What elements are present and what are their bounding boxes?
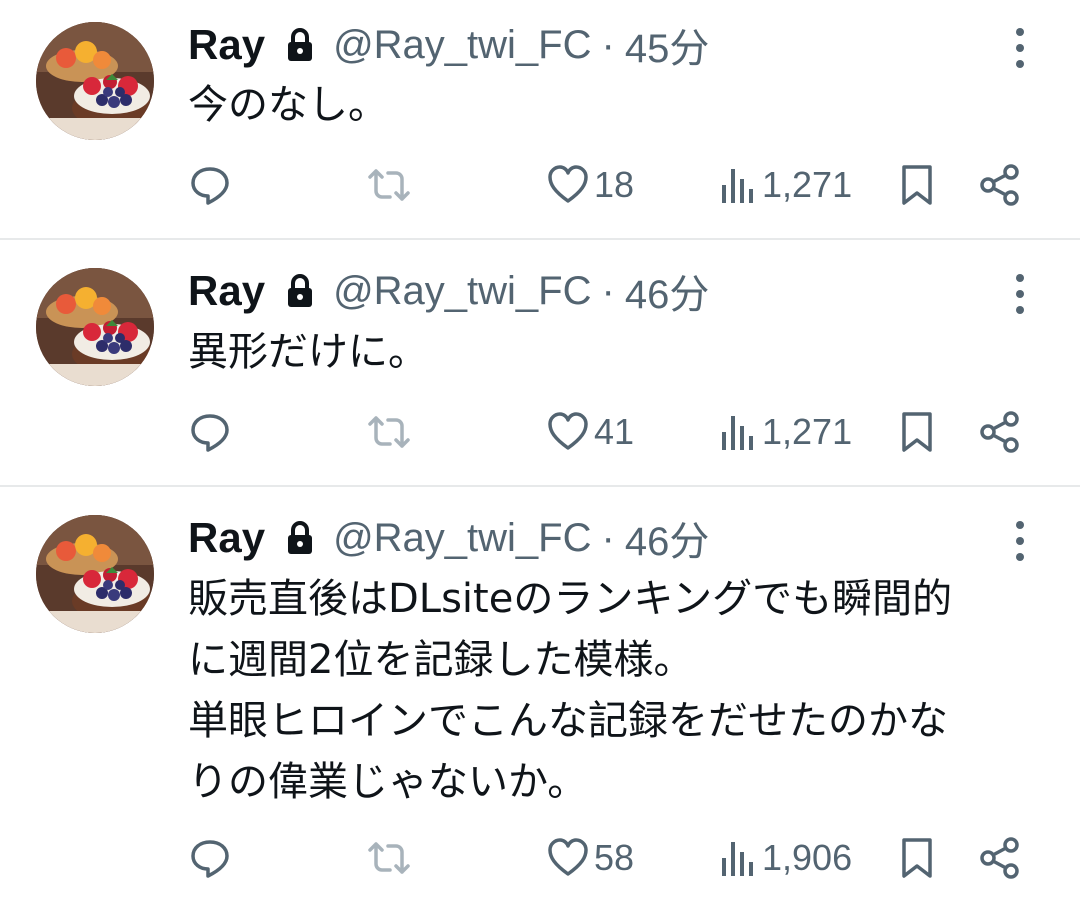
action-bar: 18 1,271 xyxy=(0,160,1080,210)
tweet-text: 販売直後はDLsiteのランキングでも瞬間的 に週間2位を記録した模様。 単眼ヒ… xyxy=(188,576,953,805)
views-icon xyxy=(722,842,753,876)
like-icon xyxy=(548,838,588,876)
retweet-button[interactable] xyxy=(364,407,414,457)
avatar[interactable] xyxy=(36,22,154,140)
reply-icon xyxy=(191,414,229,452)
more-options-icon[interactable] xyxy=(1008,26,1032,70)
like-button[interactable]: 18 xyxy=(546,160,634,210)
view-count: 1,906 xyxy=(762,837,853,878)
retweet-icon xyxy=(368,842,410,874)
timestamp[interactable]: 46分 xyxy=(625,509,710,567)
avatar[interactable] xyxy=(36,268,154,386)
retweet-icon xyxy=(368,169,410,201)
view-count: 1,271 xyxy=(762,411,853,452)
lock-icon xyxy=(285,274,315,308)
views-button[interactable]: 1,906 xyxy=(720,833,852,883)
action-bar: 58 1,906 xyxy=(0,833,1080,883)
author-name[interactable]: Ray xyxy=(188,514,265,562)
bookmark-icon xyxy=(902,838,932,878)
action-bar: 41 1,271 xyxy=(0,407,1080,457)
tweet-header: Ray @Ray_twi_FC · 45分 xyxy=(188,20,709,71)
reply-button[interactable] xyxy=(188,833,232,883)
reply-icon xyxy=(191,840,229,878)
more-options-icon[interactable] xyxy=(1008,519,1032,563)
more-options-icon[interactable] xyxy=(1008,272,1032,316)
tweet[interactable]: Ray @Ray_twi_FC · 46分 販売直後はDLsiteのランキングで… xyxy=(0,487,1080,914)
share-icon xyxy=(980,164,1019,206)
like-icon xyxy=(548,412,588,450)
bookmark-button[interactable] xyxy=(898,407,936,457)
retweet-icon xyxy=(368,416,410,448)
like-count: 41 xyxy=(594,411,635,452)
tweet[interactable]: Ray @Ray_twi_FC · 45分 今のなし。 18 1,271 xyxy=(0,0,1080,238)
tweet-header: Ray @Ray_twi_FC · 46分 xyxy=(188,266,709,317)
separator-dot: · xyxy=(601,22,615,67)
views-button[interactable]: 1,271 xyxy=(720,407,852,457)
retweet-button[interactable] xyxy=(364,833,414,883)
tweet-text: 今のなし。 xyxy=(188,82,388,128)
views-button[interactable]: 1,271 xyxy=(720,160,852,210)
author-name[interactable]: Ray xyxy=(188,21,265,69)
timestamp[interactable]: 45分 xyxy=(625,16,710,74)
tweet-text: 異形だけに。 xyxy=(188,329,428,375)
lock-icon xyxy=(285,28,315,62)
share-icon xyxy=(980,837,1019,879)
share-button[interactable] xyxy=(978,407,1022,457)
author-handle[interactable]: @Ray_twi_FC xyxy=(333,516,591,561)
tweet-header: Ray @Ray_twi_FC · 46分 xyxy=(188,513,709,564)
lock-icon xyxy=(285,521,315,555)
tweet[interactable]: Ray @Ray_twi_FC · 46分 異形だけに。 41 1,271 xyxy=(0,240,1080,485)
like-button[interactable]: 58 xyxy=(546,833,634,883)
retweet-button[interactable] xyxy=(364,160,414,210)
like-count: 18 xyxy=(594,164,635,205)
author-handle[interactable]: @Ray_twi_FC xyxy=(333,269,591,314)
views-icon xyxy=(722,169,753,203)
bookmark-button[interactable] xyxy=(898,160,936,210)
timestamp[interactable]: 46分 xyxy=(625,262,710,320)
like-count: 58 xyxy=(594,837,635,878)
like-icon xyxy=(548,165,588,203)
bookmark-button[interactable] xyxy=(898,833,936,883)
views-icon xyxy=(722,416,753,450)
view-count: 1,271 xyxy=(762,164,853,205)
reply-icon xyxy=(191,167,229,205)
bookmark-icon xyxy=(902,165,932,205)
like-button[interactable]: 41 xyxy=(546,407,634,457)
share-icon xyxy=(980,411,1019,453)
separator-dot: · xyxy=(601,268,615,313)
author-handle[interactable]: @Ray_twi_FC xyxy=(333,23,591,68)
author-name[interactable]: Ray xyxy=(188,267,265,315)
avatar[interactable] xyxy=(36,515,154,633)
share-button[interactable] xyxy=(978,160,1022,210)
reply-button[interactable] xyxy=(188,160,232,210)
separator-dot: · xyxy=(601,515,615,560)
bookmark-icon xyxy=(902,412,932,452)
reply-button[interactable] xyxy=(188,407,232,457)
share-button[interactable] xyxy=(978,833,1022,883)
